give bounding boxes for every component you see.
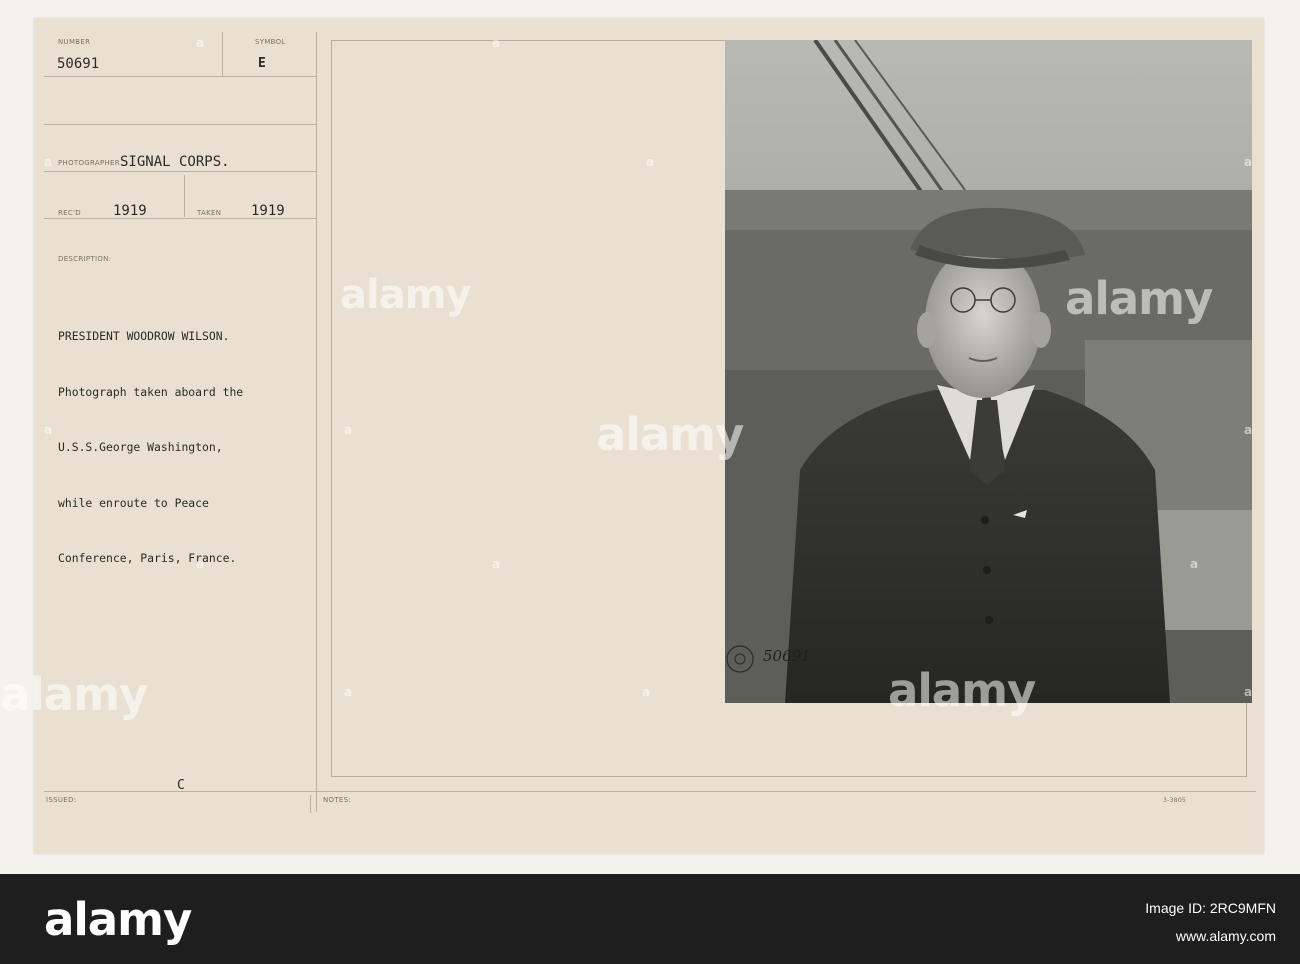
divider-top-row: [44, 76, 316, 77]
image-id-label: Image ID: 2RC9MFN: [1145, 900, 1276, 916]
watermark-mark: a: [1244, 423, 1253, 437]
recd-value: 1919: [113, 203, 147, 219]
description-label: DESCRIPTION:: [58, 255, 112, 263]
site-url-link[interactable]: www.alamy.com: [1176, 928, 1276, 944]
issued-label: ISSUED:: [46, 796, 77, 804]
footer-band: [0, 874, 1300, 964]
watermark-logo: alamy: [1065, 272, 1213, 325]
alamy-footer-logo[interactable]: alamy: [44, 893, 192, 946]
watermark-logo: alamy: [888, 664, 1036, 717]
taken-label: TAKEN: [197, 209, 222, 217]
watermark-mark: a: [344, 685, 353, 699]
watermark-logo: alamy: [0, 668, 148, 721]
divider-issued-notes: [310, 795, 311, 813]
taken-value: 1919: [251, 203, 285, 219]
watermark-logo: alamy: [340, 272, 471, 318]
watermark-logo: alamy: [596, 408, 744, 461]
watermark-mark: a: [44, 423, 53, 437]
watermark-mark: a: [1244, 155, 1253, 169]
watermark-mark: a: [196, 36, 205, 50]
watermark-mark: a: [646, 155, 655, 169]
recd-label: REC'D: [58, 209, 81, 217]
description-line: Conference, Paris, France.: [58, 551, 237, 565]
divider-photographer: [44, 171, 316, 172]
divider-bottom: [44, 791, 1256, 792]
watermark-mark: a: [196, 557, 205, 571]
watermark-mark: a: [44, 155, 53, 169]
watermark-mark: a: [492, 36, 501, 50]
portrait-photo: [725, 40, 1252, 703]
number-value: 50691: [57, 56, 100, 72]
photographer-label: PHOTOGRAPHER: [58, 159, 120, 167]
watermark-mark: a: [344, 423, 353, 437]
divider-number-symbol: [222, 32, 223, 76]
symbol-value: E: [258, 56, 266, 71]
portrait-photo-illustration: [725, 40, 1252, 703]
watermark-mark: a: [1244, 685, 1253, 699]
notes-label: NOTES:: [323, 796, 352, 804]
symbol-label: SYMBOL: [255, 38, 286, 46]
photographer-value: SIGNAL CORPS.: [120, 154, 230, 170]
divider-left-column: [316, 32, 317, 812]
watermark-mark: a: [1190, 557, 1199, 571]
number-label: NUMBER: [58, 38, 91, 46]
description-line: while enroute to Peace: [58, 495, 209, 510]
description-line: PRESIDENT WOODROW WILSON.: [58, 329, 230, 343]
watermark-mark: a: [492, 557, 501, 571]
signal-corps-stamp: [724, 643, 756, 675]
description-text: PRESIDENT WOODROW WILSON. Photograph tak…: [58, 290, 243, 586]
photo-handwritten-number: 50691: [763, 647, 811, 665]
issued-value: C: [177, 778, 185, 793]
watermark-mark: a: [642, 685, 651, 699]
description-line: U.S.S.George Washington,: [58, 440, 223, 454]
description-line: Photograph taken aboard the: [58, 384, 244, 399]
divider-recd-taken: [184, 175, 185, 217]
divider-under-number: [44, 124, 316, 125]
form-code: 3-3805: [1163, 797, 1187, 804]
